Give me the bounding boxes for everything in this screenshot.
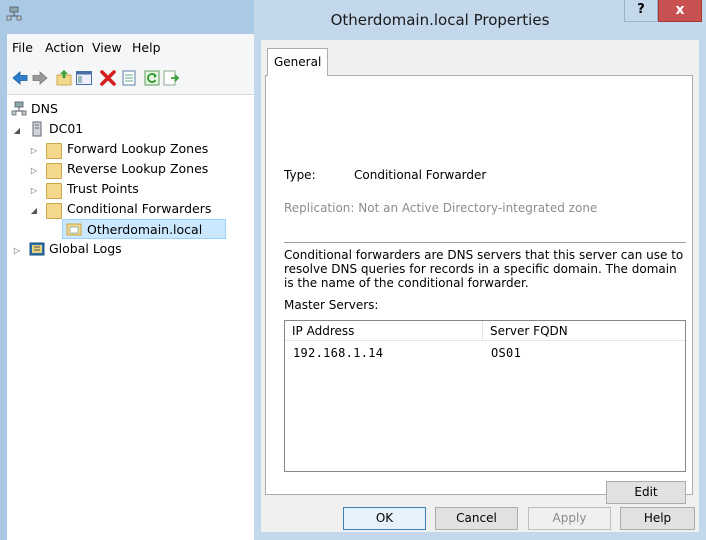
tree-label: Otherdomain.local bbox=[87, 222, 203, 237]
folder-icon bbox=[46, 143, 62, 159]
tree-node-forward-lookup-zones[interactable]: ▷ Forward Lookup Zones bbox=[9, 139, 249, 159]
replication-text: Replication: Not an Active Directory-int… bbox=[284, 201, 598, 215]
separator bbox=[284, 242, 686, 243]
apply-button[interactable]: Apply bbox=[528, 507, 611, 530]
dns-manager-window: File Action View Help DNS ◢ DC01 ▷ Forwa… bbox=[0, 0, 255, 540]
tree-label: Trust Points bbox=[67, 181, 139, 196]
collapsed-triangle-icon[interactable]: ▷ bbox=[29, 141, 39, 161]
dns-node-icon bbox=[11, 101, 27, 116]
forwarder-zone-icon bbox=[66, 223, 82, 236]
dialog-body: General Type: Conditional Forwarder Repl… bbox=[261, 40, 699, 532]
collapsed-triangle-icon[interactable]: ▷ bbox=[29, 161, 39, 181]
folder-icon bbox=[46, 203, 62, 219]
delete-icon[interactable] bbox=[99, 69, 117, 87]
show-hide-tree-icon[interactable] bbox=[75, 69, 93, 87]
refresh-icon[interactable] bbox=[143, 69, 161, 87]
menu-file[interactable]: File bbox=[12, 40, 33, 55]
column-header-ip-address[interactable]: IP Address bbox=[285, 321, 483, 341]
tree-node-trust-points[interactable]: ▷ Trust Points bbox=[9, 179, 249, 199]
type-label: Type: bbox=[284, 168, 316, 182]
master-servers-list[interactable]: IP Address Server FQDN 192.168.1.14 OS01 bbox=[284, 320, 686, 472]
tree-label-dc01: DC01 bbox=[49, 121, 84, 136]
menu-action[interactable]: Action bbox=[45, 40, 84, 55]
row-server-fqdn[interactable]: OS01 bbox=[491, 344, 521, 362]
help-button[interactable]: Help bbox=[620, 507, 695, 530]
help-question-button[interactable]: ? bbox=[624, 0, 658, 22]
up-folder-icon[interactable] bbox=[55, 69, 73, 87]
general-tab-panel: Type: Conditional Forwarder Replication:… bbox=[265, 75, 693, 504]
tree-label: Global Logs bbox=[49, 241, 122, 256]
global-logs-icon bbox=[29, 242, 45, 256]
column-header-server-fqdn[interactable]: Server FQDN bbox=[483, 321, 685, 341]
menu-bar: File Action View Help bbox=[7, 34, 254, 60]
close-button[interactable]: x bbox=[658, 0, 702, 22]
properties-dialog: Otherdomain.local Properties ? x General… bbox=[254, 0, 706, 540]
description-text: Conditional forwarders are DNS servers t… bbox=[284, 248, 684, 290]
tree-label: Forward Lookup Zones bbox=[67, 141, 209, 156]
dialog-title-bar[interactable]: Otherdomain.local Properties ? x bbox=[254, 0, 706, 40]
console-tree: DNS ◢ DC01 ▷ Forward Lookup Zones ▷ Reve… bbox=[7, 95, 255, 540]
mmc-title-bar[interactable] bbox=[0, 0, 254, 34]
tab-general[interactable]: General bbox=[267, 48, 328, 76]
tree-node-dns[interactable]: DNS bbox=[9, 99, 129, 119]
tree-node-reverse-lookup-zones[interactable]: ▷ Reverse Lookup Zones bbox=[9, 159, 249, 179]
ok-button[interactable]: OK bbox=[343, 507, 426, 530]
collapsed-triangle-icon[interactable]: ▷ bbox=[29, 181, 39, 201]
properties-icon[interactable] bbox=[120, 69, 138, 87]
dialog-title: Otherdomain.local Properties bbox=[330, 11, 550, 29]
export-list-icon[interactable] bbox=[162, 69, 180, 87]
collapsed-triangle-icon[interactable]: ▷ bbox=[12, 241, 22, 261]
master-servers-label: Master Servers: bbox=[284, 298, 379, 312]
folder-icon bbox=[46, 183, 62, 199]
tree-label: Conditional Forwarders bbox=[67, 201, 212, 216]
server-icon bbox=[32, 121, 42, 137]
dns-app-icon bbox=[6, 6, 22, 21]
tree-node-otherdomain-local[interactable]: Otherdomain.local bbox=[62, 219, 226, 239]
edit-button[interactable]: Edit bbox=[606, 481, 686, 504]
tree-node-dc01[interactable]: ◢ DC01 bbox=[9, 119, 129, 139]
menu-help[interactable]: Help bbox=[132, 40, 161, 55]
tree-label: Reverse Lookup Zones bbox=[67, 161, 209, 176]
type-value: Conditional Forwarder bbox=[354, 168, 487, 182]
cancel-button[interactable]: Cancel bbox=[435, 507, 518, 530]
row-ip-address[interactable]: 192.168.1.14 bbox=[293, 344, 383, 362]
toolbar bbox=[7, 60, 254, 95]
expanded-triangle-icon[interactable]: ◢ bbox=[12, 121, 22, 141]
back-arrow-icon[interactable] bbox=[11, 69, 29, 87]
window-frame-left bbox=[0, 34, 7, 540]
expanded-triangle-icon[interactable]: ◢ bbox=[29, 201, 39, 221]
menu-view[interactable]: View bbox=[92, 40, 122, 55]
tree-node-global-logs[interactable]: ▷ Global Logs bbox=[9, 239, 249, 259]
tree-node-conditional-forwarders[interactable]: ◢ Conditional Forwarders bbox=[9, 199, 249, 219]
forward-arrow-icon[interactable] bbox=[31, 69, 49, 87]
tree-label-dns: DNS bbox=[31, 101, 58, 116]
folder-icon bbox=[46, 163, 62, 179]
